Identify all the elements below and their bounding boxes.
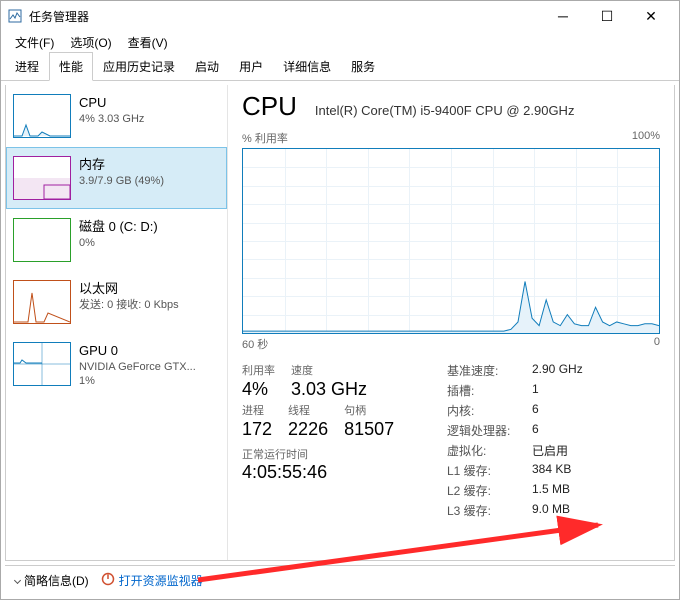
proc-value: 172 — [242, 419, 272, 440]
info-label: 逻辑处理器: — [447, 422, 532, 439]
detail-heading: CPU — [242, 91, 297, 122]
axis-bot-right: 0 — [654, 336, 660, 352]
thread-value: 2226 — [288, 419, 328, 440]
info-row: L1 缓存:384 KB — [447, 462, 660, 479]
close-button[interactable]: ✕ — [629, 1, 673, 31]
fewer-details-button[interactable]: 简略信息(D) — [15, 572, 89, 589]
info-label: L1 缓存: — [447, 462, 532, 479]
info-label: L2 缓存: — [447, 482, 532, 499]
sidebar-eth-sub: 发送: 0 接收: 0 Kbps — [79, 298, 179, 313]
stats-area: 利用率 4% 速度 3.03 GHz 进程 172 — [242, 362, 660, 522]
sidebar-memory-sub: 3.9/7.9 GB (49%) — [79, 174, 164, 189]
info-row: 虚拟化:已启用 — [447, 442, 660, 459]
sidebar-gpu-sub: NVIDIA GeForce GTX... 1% — [79, 360, 196, 390]
info-row: L2 缓存:1.5 MB — [447, 482, 660, 499]
tab-startup[interactable]: 启动 — [185, 52, 229, 80]
sidebar-cpu-sub: 4% 3.03 GHz — [79, 112, 144, 127]
open-resource-monitor-link[interactable]: 打开资源监视器 — [101, 572, 203, 589]
sidebar-memory-title: 内存 — [79, 156, 164, 174]
info-label: L3 缓存: — [447, 502, 532, 519]
sidebar-disk-title: 磁盘 0 (C: D:) — [79, 218, 158, 236]
info-row: 基准速度:2.90 GHz — [447, 362, 660, 379]
window-controls: ─ ☐ ✕ — [541, 1, 673, 31]
chevron-down-icon — [14, 577, 21, 584]
sidebar-gpu-title: GPU 0 — [79, 342, 196, 360]
minimize-button[interactable]: ─ — [541, 1, 585, 31]
info-value: 2.90 GHz — [532, 362, 583, 379]
sidebar-item-disk[interactable]: 磁盘 0 (C: D:) 0% — [6, 209, 227, 271]
detail-pane: CPU Intel(R) Core(TM) i5-9400F CPU @ 2.9… — [228, 85, 674, 560]
menu-view[interactable]: 查看(V) — [120, 32, 176, 53]
sidebar-item-memory[interactable]: 内存 3.9/7.9 GB (49%) — [6, 147, 227, 209]
disk-thumb — [13, 218, 71, 262]
axis-top-right: 100% — [632, 130, 660, 146]
info-value: 9.0 MB — [532, 502, 570, 519]
tab-performance[interactable]: 性能 — [49, 52, 93, 81]
app-icon — [7, 8, 23, 24]
info-value: 6 — [532, 422, 539, 439]
info-value: 1 — [532, 382, 539, 399]
info-label: 内核: — [447, 402, 532, 419]
info-value: 已启用 — [532, 442, 568, 459]
detail-model: Intel(R) Core(TM) i5-9400F CPU @ 2.90GHz — [315, 103, 575, 118]
tab-services[interactable]: 服务 — [341, 52, 385, 80]
window-title: 任务管理器 — [29, 8, 541, 25]
proc-label: 进程 — [242, 402, 272, 418]
menubar: 文件(F) 选项(O) 查看(V) — [1, 31, 679, 53]
info-table: 基准速度:2.90 GHz插槽:1内核:6逻辑处理器:6虚拟化:已启用L1 缓存… — [437, 362, 660, 522]
info-row: 插槽:1 — [447, 382, 660, 399]
titlebar: 任务管理器 ─ ☐ ✕ — [1, 1, 679, 31]
sidebar-item-ethernet[interactable]: 以太网 发送: 0 接收: 0 Kbps — [6, 271, 227, 333]
thread-label: 线程 — [288, 402, 328, 418]
axis-top-left: % 利用率 — [242, 130, 288, 146]
tab-app-history[interactable]: 应用历史记录 — [93, 52, 185, 80]
handle-value: 81507 — [344, 419, 394, 440]
info-row: 内核:6 — [447, 402, 660, 419]
gpu-thumb — [13, 342, 71, 386]
info-row: L3 缓存:9.0 MB — [447, 502, 660, 519]
uptime-value: 4:05:55:46 — [242, 462, 437, 483]
sidebar-item-gpu[interactable]: GPU 0 NVIDIA GeForce GTX... 1% — [6, 333, 227, 398]
sidebar-disk-sub: 0% — [79, 236, 158, 251]
info-label: 插槽: — [447, 382, 532, 399]
menu-options[interactable]: 选项(O) — [62, 32, 119, 53]
sidebar-eth-title: 以太网 — [79, 280, 179, 298]
axis-bot-left: 60 秒 — [242, 336, 268, 352]
body: CPU 4% 3.03 GHz 内存 3.9/7.9 GB (49%) 磁盘 0… — [5, 85, 675, 561]
speed-label: 速度 — [291, 362, 367, 378]
task-manager-window: 任务管理器 ─ ☐ ✕ 文件(F) 选项(O) 查看(V) 进程 性能 应用历史… — [0, 0, 680, 600]
info-value: 1.5 MB — [532, 482, 570, 499]
tab-details[interactable]: 详细信息 — [273, 52, 341, 80]
info-label: 基准速度: — [447, 362, 532, 379]
sidebar-item-cpu[interactable]: CPU 4% 3.03 GHz — [6, 85, 227, 147]
maximize-button[interactable]: ☐ — [585, 1, 629, 31]
ethernet-thumb — [13, 280, 71, 324]
sidebar-cpu-title: CPU — [79, 94, 144, 112]
resmon-icon — [101, 572, 115, 589]
info-value: 6 — [532, 402, 539, 419]
tab-users[interactable]: 用户 — [229, 52, 273, 80]
info-row: 逻辑处理器:6 — [447, 422, 660, 439]
speed-value: 3.03 GHz — [291, 379, 367, 400]
tab-processes[interactable]: 进程 — [5, 52, 49, 80]
util-value: 4% — [242, 379, 275, 400]
cpu-thumb — [13, 94, 71, 138]
memory-thumb — [13, 156, 71, 200]
info-label: 虚拟化: — [447, 442, 532, 459]
util-label: 利用率 — [242, 362, 275, 378]
menu-file[interactable]: 文件(F) — [7, 32, 62, 53]
sidebar: CPU 4% 3.03 GHz 内存 3.9/7.9 GB (49%) 磁盘 0… — [6, 85, 228, 560]
uptime-label: 正常运行时间 — [242, 446, 437, 462]
handle-label: 句柄 — [344, 402, 394, 418]
cpu-usage-chart[interactable] — [242, 148, 660, 334]
info-value: 384 KB — [532, 462, 571, 479]
tabs: 进程 性能 应用历史记录 启动 用户 详细信息 服务 — [1, 53, 679, 81]
footer: 简略信息(D) 打开资源监视器 — [5, 565, 675, 595]
